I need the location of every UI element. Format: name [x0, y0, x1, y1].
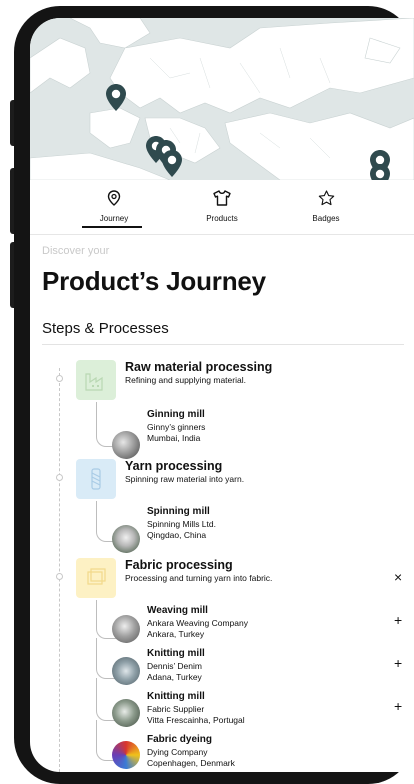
- timeline-line: [59, 368, 60, 772]
- sub-location: Adana, Turkey: [147, 672, 202, 682]
- page-title: Product’s Journey: [42, 266, 266, 296]
- page-eyebrow: Discover your: [42, 245, 110, 257]
- phone-frame: Journey Products Badges Discover your Pr…: [0, 0, 414, 784]
- sub-company: Ankara Weaving Company: [147, 618, 248, 628]
- avatar: [112, 431, 140, 459]
- timeline-dot: [56, 375, 63, 382]
- tshirt-icon: [172, 190, 272, 211]
- sub-name: Knitting mill: [147, 691, 205, 702]
- map-pin-icon: [64, 190, 164, 211]
- section-title: Steps & Processes: [42, 320, 169, 337]
- timeline-dot: [56, 474, 63, 481]
- map-land: [30, 18, 414, 180]
- sub-company: Fabric Supplier: [147, 704, 205, 714]
- expand-button[interactable]: +: [394, 613, 402, 627]
- expand-button[interactable]: +: [394, 699, 402, 713]
- sub-name: Weaving mill: [147, 605, 208, 616]
- step-title: Fabric processing: [125, 558, 233, 572]
- tab-badges[interactable]: Badges: [276, 180, 376, 234]
- sub-location: Copenhagen, Denmark: [147, 758, 235, 768]
- tab-badges-label: Badges: [312, 214, 340, 223]
- section-divider: [42, 344, 404, 345]
- tab-journey-label: Journey: [99, 214, 129, 223]
- step-title: Raw material processing: [125, 360, 273, 374]
- sub-location: Qingdao, China: [147, 530, 207, 540]
- sub-company: Ginny’s ginners: [147, 422, 206, 432]
- sub-name: Ginning mill: [147, 409, 205, 420]
- sub-company: Dennis’ Denim: [147, 661, 202, 671]
- tab-products-label: Products: [206, 214, 238, 223]
- app-screen: Journey Products Badges Discover your Pr…: [30, 18, 414, 772]
- sub-location: Mumbai, India: [147, 433, 201, 443]
- sub-location: Vitta Frescainha, Portugal: [147, 715, 245, 725]
- sub-name: Knitting mill: [147, 648, 205, 659]
- tab-products[interactable]: Products: [172, 180, 272, 234]
- sub-name: Fabric dyeing: [147, 734, 213, 745]
- step-title: Yarn processing: [125, 459, 223, 473]
- journey-map[interactable]: [30, 18, 414, 180]
- active-tab-indicator: [82, 226, 142, 228]
- fabric-icon: [76, 558, 116, 598]
- sub-company: Dying Company: [147, 747, 208, 757]
- expand-button[interactable]: +: [394, 656, 402, 670]
- close-button[interactable]: ×: [394, 570, 402, 584]
- step-description: Processing and turning yarn into fabric.: [125, 573, 273, 583]
- factory-icon: [76, 360, 116, 400]
- timeline-dot: [56, 573, 63, 580]
- sub-name: Spinning mill: [147, 506, 210, 517]
- step-description: Spinning raw material into yarn.: [125, 474, 245, 484]
- star-icon: [276, 190, 376, 211]
- sub-company: Spinning Mills Ltd.: [147, 519, 216, 529]
- avatar: [112, 741, 140, 769]
- step-description: Refining and supplying material.: [125, 375, 246, 385]
- sub-location: Ankara, Turkey: [147, 629, 205, 639]
- yarn-spool-icon: [76, 459, 116, 499]
- avatar: [112, 525, 140, 553]
